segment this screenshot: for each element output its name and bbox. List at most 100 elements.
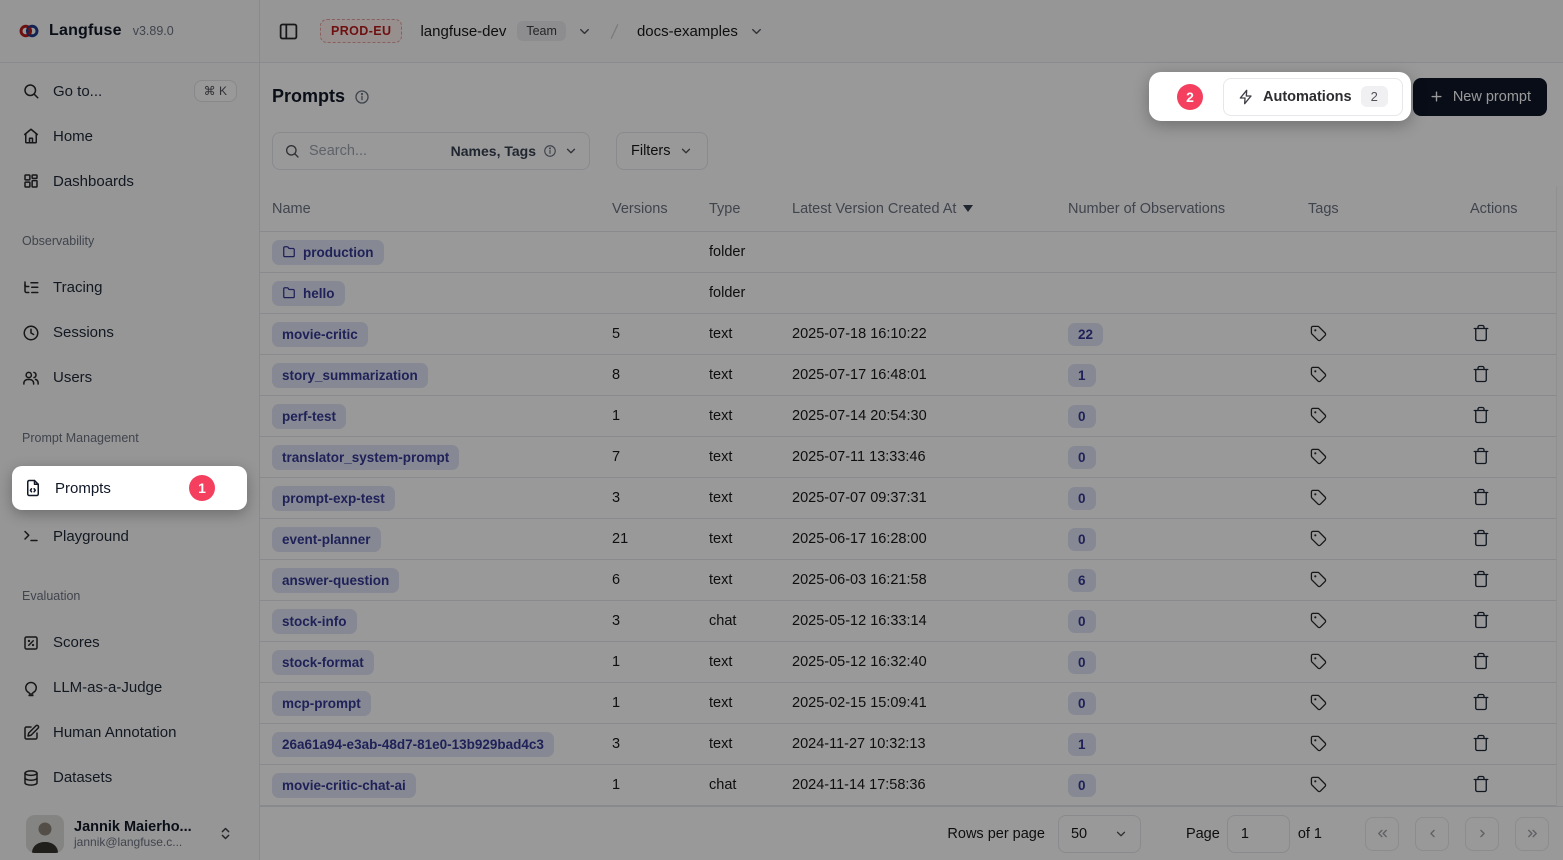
- type-cell: text: [709, 695, 792, 711]
- table-row[interactable]: story_summarization 8 text 2025-07-17 16…: [260, 355, 1563, 396]
- percent-square-icon: [22, 634, 40, 652]
- delete-button[interactable]: [1470, 650, 1492, 672]
- next-page-button[interactable]: [1465, 817, 1499, 851]
- delete-button[interactable]: [1470, 486, 1492, 508]
- sidebar-item-label: Home: [53, 128, 93, 145]
- tag-icon-button[interactable]: [1308, 651, 1329, 672]
- type-cell: text: [709, 490, 792, 506]
- project-switcher-chevron-icon[interactable]: [749, 24, 764, 39]
- prompt-name-badge[interactable]: answer-question: [272, 568, 399, 593]
- prompt-name-badge[interactable]: mcp-prompt: [272, 691, 371, 716]
- prompt-name-badge[interactable]: stock-info: [272, 609, 357, 634]
- first-page-button[interactable]: [1365, 817, 1399, 851]
- sidebar-item-tracing[interactable]: Tracing: [12, 270, 247, 306]
- sidebar-item-playground[interactable]: Playground: [12, 518, 247, 554]
- prompt-name: movie-critic-chat-ai: [282, 778, 406, 793]
- created-at-cell: 2025-05-12 16:32:40: [792, 654, 1068, 670]
- delete-button[interactable]: [1470, 445, 1492, 467]
- panel-left-toggle[interactable]: [278, 21, 299, 42]
- tag-icon-button[interactable]: [1308, 528, 1329, 549]
- table-row[interactable]: stock-info 3 chat 2025-05-12 16:33:14 0: [260, 601, 1563, 642]
- delete-button[interactable]: [1470, 404, 1492, 426]
- table-row[interactable]: translator_system-prompt 7 text 2025-07-…: [260, 437, 1563, 478]
- callout-badge-2: 2: [1177, 84, 1203, 110]
- sidebar-item-datasets[interactable]: Datasets: [12, 760, 247, 796]
- user-menu[interactable]: Jannik Maierho... jannik@langfuse.c...: [12, 805, 247, 860]
- delete-button[interactable]: [1470, 568, 1492, 590]
- prompt-name-badge[interactable]: movie-critic-chat-ai: [272, 773, 416, 798]
- previous-page-button[interactable]: [1415, 817, 1449, 851]
- org-switcher-chevron-icon[interactable]: [577, 24, 592, 39]
- table-row[interactable]: 26a61a94-e3ab-48d7-81e0-13b929bad4c3 3 t…: [260, 724, 1563, 765]
- column-header-latest-version-created-at[interactable]: Latest Version Created At: [792, 201, 1068, 217]
- delete-button[interactable]: [1470, 527, 1492, 549]
- delete-button[interactable]: [1470, 691, 1492, 713]
- table-row[interactable]: hello folder: [260, 273, 1563, 314]
- delete-button[interactable]: [1470, 609, 1492, 631]
- table-row[interactable]: event-planner 21 text 2025-06-17 16:28:0…: [260, 519, 1563, 560]
- prompt-name-badge[interactable]: stock-format: [272, 650, 374, 675]
- prompt-name-badge[interactable]: prompt-exp-test: [272, 486, 395, 511]
- sidebar-item-goto[interactable]: Go to... ⌘ K: [12, 73, 247, 109]
- table-row[interactable]: production folder: [260, 232, 1563, 273]
- table-row[interactable]: movie-critic-chat-ai 1 chat 2024-11-14 1…: [260, 765, 1563, 806]
- table-row[interactable]: mcp-prompt 1 text 2025-02-15 15:09:41 0: [260, 683, 1563, 724]
- delete-button[interactable]: [1470, 322, 1492, 344]
- prompt-name-badge[interactable]: event-planner: [272, 527, 381, 552]
- prompt-name: mcp-prompt: [282, 696, 361, 711]
- prompt-name-badge[interactable]: story_summarization: [272, 363, 428, 388]
- filters-button[interactable]: Filters: [616, 132, 708, 170]
- sidebar-item-sessions[interactable]: Sessions: [12, 315, 247, 351]
- table-row[interactable]: prompt-exp-test 3 text 2025-07-07 09:37:…: [260, 478, 1563, 519]
- created-at-cell: 2024-11-27 10:32:13: [792, 736, 1068, 752]
- delete-button[interactable]: [1470, 773, 1492, 795]
- tag-icon-button[interactable]: [1308, 733, 1329, 754]
- tag-icon-button[interactable]: [1308, 774, 1329, 795]
- sidebar-item-home[interactable]: Home: [12, 118, 247, 154]
- tag-icon-button[interactable]: [1308, 692, 1329, 713]
- delete-button[interactable]: [1470, 732, 1492, 754]
- prompt-name-badge[interactable]: translator_system-prompt: [272, 445, 459, 470]
- column-header-type: Type: [709, 201, 792, 217]
- sidebar-item-users[interactable]: Users: [12, 360, 247, 396]
- tag-icon-button[interactable]: [1308, 323, 1329, 344]
- tag-icon-button[interactable]: [1308, 569, 1329, 590]
- prompt-name-badge[interactable]: perf-test: [272, 404, 346, 429]
- sidebar-item-label: LLM-as-a-Judge: [53, 679, 162, 696]
- prompt-name-badge[interactable]: 26a61a94-e3ab-48d7-81e0-13b929bad4c3: [272, 732, 554, 757]
- sidebar-item-prompts[interactable]: Prompts 1: [12, 466, 247, 510]
- sidebar-item-dashboards[interactable]: Dashboards: [12, 163, 247, 199]
- tag-icon-button[interactable]: [1308, 610, 1329, 631]
- user-email: jannik@langfuse.c...: [74, 835, 192, 849]
- search-input[interactable]: Search... Names, Tags: [272, 132, 590, 170]
- sidebar-item-llm-as-a-judge[interactable]: LLM-as-a-Judge: [12, 670, 247, 706]
- new-prompt-button[interactable]: New prompt: [1413, 78, 1547, 116]
- info-icon[interactable]: [354, 89, 370, 105]
- observations-badge: 22: [1068, 323, 1103, 346]
- sidebar-item-human-annotation[interactable]: Human Annotation: [12, 715, 247, 751]
- sidebar-item-scores[interactable]: Scores: [12, 625, 247, 661]
- table-row[interactable]: movie-critic 5 text 2025-07-18 16:10:22 …: [260, 314, 1563, 355]
- environment-badge: PROD-EU: [320, 19, 402, 43]
- scrollbar-gutter[interactable]: [1556, 186, 1563, 806]
- delete-button[interactable]: [1470, 363, 1492, 385]
- tag-icon-button[interactable]: [1308, 446, 1329, 467]
- created-at-cell: 2024-11-14 17:58:36: [792, 777, 1068, 793]
- table-row[interactable]: perf-test 1 text 2025-07-14 20:54:30 0: [260, 396, 1563, 437]
- search-scope-select[interactable]: Names, Tags: [451, 143, 578, 159]
- tag-icon-button[interactable]: [1308, 487, 1329, 508]
- prompt-name-badge[interactable]: production: [272, 240, 384, 265]
- table-row[interactable]: stock-format 1 text 2025-05-12 16:32:40 …: [260, 642, 1563, 683]
- zap-icon: [1238, 89, 1254, 105]
- prompt-name-badge[interactable]: hello: [272, 281, 345, 306]
- table-row[interactable]: answer-question 6 text 2025-06-03 16:21:…: [260, 560, 1563, 601]
- sidebar-item-label: Users: [53, 369, 92, 386]
- last-page-button[interactable]: [1515, 817, 1549, 851]
- page-number-input[interactable]: 1: [1227, 815, 1290, 853]
- rows-per-page-select[interactable]: 50: [1058, 815, 1141, 853]
- tag-icon-button[interactable]: [1308, 364, 1329, 385]
- automations-button[interactable]: Automations 2: [1223, 78, 1403, 116]
- prompt-name-badge[interactable]: movie-critic: [272, 322, 368, 347]
- tag-icon-button[interactable]: [1308, 405, 1329, 426]
- section-title-prompt-management: Prompt Management: [22, 432, 237, 445]
